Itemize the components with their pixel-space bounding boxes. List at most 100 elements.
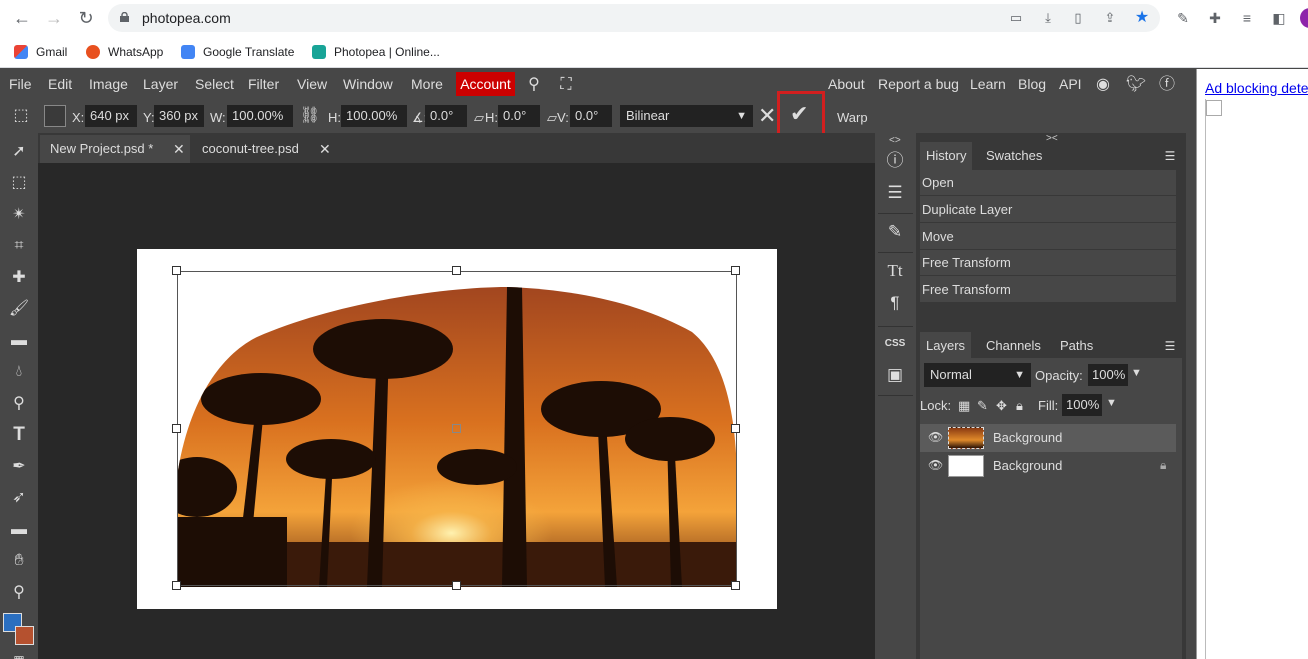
- transform-handle[interactable]: [452, 581, 461, 590]
- transform-center-point[interactable]: [452, 424, 461, 433]
- share-icon[interactable]: ⇪: [1102, 10, 1118, 26]
- path-select-icon[interactable]: ➶: [8, 487, 30, 509]
- lock-all-icon[interactable]: 🔒︎: [1016, 398, 1023, 414]
- panel-menu-icon[interactable]: ☰: [1162, 148, 1178, 164]
- marquee-tool-icon[interactable]: ⬚: [8, 172, 30, 194]
- history-item[interactable]: Duplicate Layer: [920, 197, 1176, 223]
- menu-report-bug[interactable]: Report a bug: [878, 76, 959, 92]
- menu-more[interactable]: More: [411, 76, 443, 92]
- transform-handle[interactable]: [172, 581, 181, 590]
- menu-select[interactable]: Select: [195, 76, 234, 92]
- image-icon[interactable]: ▣: [884, 364, 906, 386]
- height-input[interactable]: 100.00%: [341, 105, 407, 127]
- info-icon[interactable]: ⓘ: [884, 150, 906, 172]
- eye-icon[interactable]: 👁︎: [928, 430, 943, 444]
- transform-handle[interactable]: [731, 424, 740, 433]
- eyedropper-extension-icon[interactable]: ✎: [1174, 9, 1192, 27]
- quick-mask-icon[interactable]: ▦: [8, 649, 30, 659]
- hand-tool-icon[interactable]: ✋︎: [8, 550, 30, 572]
- gradient-tool-icon[interactable]: ▬: [8, 330, 30, 352]
- install-app-icon[interactable]: ⤓: [1040, 10, 1056, 26]
- transform-handle[interactable]: [172, 266, 181, 275]
- eye-icon[interactable]: 👁︎: [928, 458, 943, 472]
- layer-row[interactable]: 👁︎ Background 🔒︎: [920, 452, 1176, 480]
- blur-tool-icon[interactable]: 💧︎: [8, 361, 30, 383]
- ad-blocking-link[interactable]: Ad blocking detec: [1205, 80, 1308, 96]
- tab-paths[interactable]: Paths: [1054, 332, 1099, 360]
- warp-button[interactable]: Warp: [837, 110, 868, 125]
- css-icon[interactable]: CSS: [884, 333, 906, 355]
- angle-input[interactable]: 0.0°: [425, 105, 467, 127]
- history-item[interactable]: Free Transform: [920, 250, 1176, 276]
- background-color-swatch[interactable]: [15, 626, 34, 645]
- move-tool-icon[interactable]: ➚: [8, 141, 30, 163]
- bookmark-gmail[interactable]: Gmail: [14, 43, 67, 61]
- zoom-tool-icon[interactable]: ⚲: [8, 582, 30, 604]
- layer-row[interactable]: 👁︎ Background: [920, 424, 1176, 452]
- cancel-transform-icon[interactable]: ✕: [758, 104, 776, 128]
- back-arrow-icon[interactable]: ←: [12, 8, 32, 28]
- twitter-icon[interactable]: 🐦︎: [1126, 75, 1146, 95]
- brush-settings-icon[interactable]: ✎: [884, 221, 906, 243]
- reference-point-icon[interactable]: [44, 105, 66, 127]
- menu-blog[interactable]: Blog: [1018, 76, 1046, 92]
- opacity-dropdown-icon[interactable]: ▼: [1131, 367, 1142, 379]
- lock-move-icon[interactable]: ✥: [996, 398, 1007, 414]
- profile-avatar[interactable]: [1300, 8, 1308, 28]
- character-icon[interactable]: Tt: [884, 260, 906, 282]
- link-icon[interactable]: ⛓: [298, 105, 322, 127]
- reddit-icon[interactable]: ◉: [1093, 75, 1113, 95]
- menu-edit[interactable]: Edit: [48, 76, 72, 92]
- fill-input[interactable]: 100%: [1062, 394, 1102, 416]
- menu-view[interactable]: View: [297, 76, 327, 92]
- healing-brush-icon[interactable]: ✚: [8, 267, 30, 289]
- screenshot-icon[interactable]: ▭: [1008, 10, 1024, 26]
- facebook-icon[interactable]: ⓕ: [1157, 75, 1177, 95]
- transform-handle[interactable]: [731, 266, 740, 275]
- forward-arrow-icon[interactable]: →: [44, 8, 64, 28]
- pen-tool-icon[interactable]: ✒: [8, 456, 30, 478]
- search-icon[interactable]: ⚲: [524, 75, 544, 95]
- y-input[interactable]: 360 px: [154, 105, 204, 127]
- extensions-puzzle-icon[interactable]: ✚: [1206, 9, 1224, 27]
- account-button[interactable]: Account: [456, 72, 515, 96]
- transform-tool-icon[interactable]: ⬚: [10, 105, 32, 127]
- menu-filter[interactable]: Filter: [248, 76, 279, 92]
- crop-tool-icon[interactable]: ⌗: [8, 235, 30, 257]
- bookmark-photopea[interactable]: Photopea | Online...: [312, 43, 440, 61]
- lock-paint-icon[interactable]: ✎: [977, 398, 988, 414]
- menu-learn[interactable]: Learn: [970, 76, 1006, 92]
- tab-layers[interactable]: Layers: [920, 332, 972, 360]
- magic-wand-icon[interactable]: ✴: [8, 204, 30, 226]
- reload-icon[interactable]: ↻: [76, 8, 96, 28]
- type-tool-icon[interactable]: T: [8, 424, 30, 446]
- interpolation-select[interactable]: Bilinear ▼: [620, 105, 753, 127]
- menu-file[interactable]: File: [9, 76, 32, 92]
- address-bar[interactable]: photopea.com ▭ ⤓ ▯ ⇪ ★: [108, 4, 1160, 32]
- fullscreen-icon[interactable]: ⛶: [556, 75, 576, 95]
- reading-list-icon[interactable]: ≡: [1238, 9, 1256, 27]
- adjustments-icon[interactable]: ☰: [884, 182, 906, 204]
- history-item[interactable]: Free Transform: [920, 277, 1176, 303]
- close-icon[interactable]: ✕: [319, 135, 331, 163]
- history-item[interactable]: Open: [920, 170, 1176, 196]
- x-input[interactable]: 640 px: [85, 105, 137, 127]
- blend-mode-select[interactable]: Normal ▼: [924, 363, 1031, 387]
- paragraph-icon[interactable]: ¶: [884, 292, 906, 314]
- bookmark-google-translate[interactable]: Google Translate: [181, 43, 294, 61]
- page-icon[interactable]: ▯: [1070, 10, 1086, 26]
- transform-handle[interactable]: [172, 424, 181, 433]
- commit-transform-button[interactable]: ✔: [777, 91, 825, 139]
- v-skew-input[interactable]: 0.0°: [570, 105, 612, 127]
- tab-history[interactable]: History: [920, 142, 973, 170]
- transform-handle[interactable]: [731, 581, 740, 590]
- shape-tool-icon[interactable]: ▬: [8, 519, 30, 541]
- dodge-tool-icon[interactable]: ⚲: [8, 393, 30, 415]
- transform-handle[interactable]: [452, 266, 461, 275]
- side-panel-icon[interactable]: ◧: [1270, 9, 1288, 27]
- opacity-input[interactable]: 100%: [1088, 364, 1128, 386]
- tab-channels[interactable]: Channels: [980, 332, 1047, 360]
- collapse-grip-icon[interactable]: <>: [889, 135, 901, 146]
- bookmark-whatsapp[interactable]: WhatsApp: [86, 43, 163, 61]
- bookmark-star-icon[interactable]: ★: [1134, 10, 1150, 26]
